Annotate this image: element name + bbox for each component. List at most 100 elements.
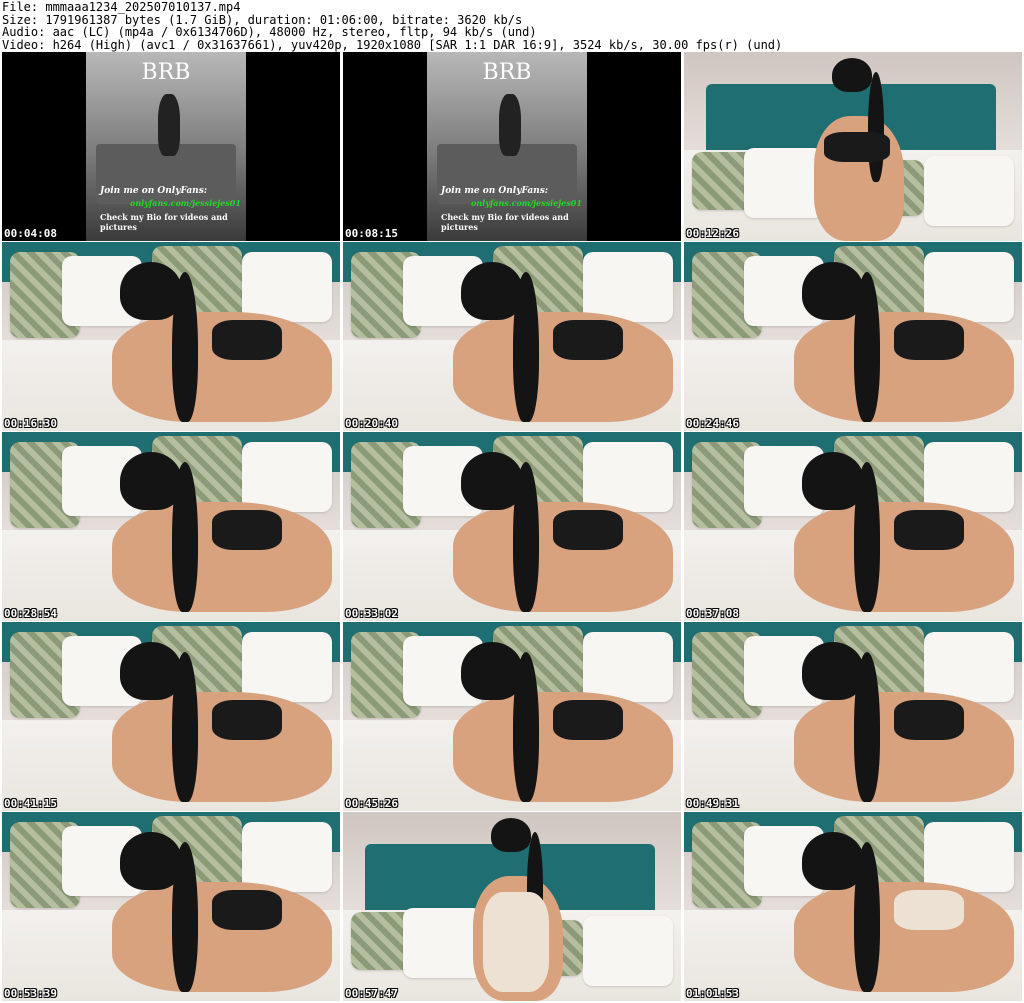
thumbnail-scene: BRB Join me on OnlyFans: onlyfans.com/jess… — [343, 52, 681, 241]
video-thumbnail[interactable]: 00:28:54 — [2, 432, 340, 621]
video-thumbnail[interactable]: BRB Join me on OnlyFans: onlyfans.com/jess… — [343, 52, 681, 241]
pillow — [924, 442, 1014, 512]
thumbnail-scene — [343, 622, 681, 811]
clothing — [483, 892, 549, 992]
pillow — [924, 632, 1014, 702]
thumbnail-scene — [343, 242, 681, 431]
brb-url-text: onlyfans.com/jessiejes01 — [471, 198, 582, 208]
timestamp-label: 00:45:26 — [345, 797, 398, 810]
figure-image — [499, 94, 521, 156]
video-info-line: Video: h264 (High) (avc1 / 0x31637661), … — [2, 37, 783, 52]
thumbnail-scene — [684, 622, 1022, 811]
clothing — [212, 890, 282, 930]
brb-join-text: Join me on OnlyFans: — [441, 186, 549, 196]
video-thumbnail[interactable]: 00:41:15 — [2, 622, 340, 811]
pillow — [583, 442, 673, 512]
video-thumbnail[interactable]: 00:16:30 — [2, 242, 340, 431]
pillow — [924, 252, 1014, 322]
timestamp-label: 00:04:08 — [4, 227, 57, 240]
brb-bio-text: Check my Bio for videos and pictures — [100, 212, 228, 232]
video-thumbnail[interactable]: 00:37:08 — [684, 432, 1022, 621]
timestamp-label: 00:12:26 — [686, 227, 739, 240]
timestamp-label: 00:57:47 — [345, 987, 398, 1000]
thumbnail-scene — [684, 432, 1022, 621]
video-thumbnail[interactable]: 00:12:26 — [684, 52, 1022, 241]
ponytail — [868, 72, 884, 182]
file-name-line: File: mmmaaa1234_202507010137.mp4 — [2, 0, 241, 14]
timestamp-label: 00:20:40 — [345, 417, 398, 430]
pillow — [583, 252, 673, 322]
timestamp-label: 00:16:30 — [4, 417, 57, 430]
pillow — [924, 822, 1014, 892]
thumbnail-scene — [343, 432, 681, 621]
timestamp-label: 00:24:46 — [686, 417, 739, 430]
clothing — [894, 510, 964, 550]
video-thumbnail[interactable]: 00:45:26 — [343, 622, 681, 811]
brb-title: BRB — [482, 60, 532, 85]
pillow — [924, 156, 1014, 226]
ponytail — [513, 462, 539, 612]
ponytail — [854, 462, 880, 612]
pillow — [744, 148, 824, 218]
thumbnail-scene — [684, 812, 1022, 1001]
video-thumbnail[interactable]: 01:01:53 — [684, 812, 1022, 1001]
ponytail — [513, 652, 539, 802]
ponytail — [854, 652, 880, 802]
thumbnail-scene: BRB Join me on OnlyFans: onlyfans.com/jess… — [2, 52, 340, 241]
clothing — [894, 890, 964, 930]
timestamp-label: 00:53:39 — [4, 987, 57, 1000]
ponytail — [513, 272, 539, 422]
video-thumbnail[interactable]: BRB Join me on OnlyFans: onlyfans.com/jess… — [2, 52, 340, 241]
clothing — [894, 700, 964, 740]
video-thumbnail[interactable]: 00:33:02 — [343, 432, 681, 621]
timestamp-label: 00:28:54 — [4, 607, 57, 620]
video-thumbnail[interactable]: 00:53:39 — [2, 812, 340, 1001]
thumbnail-scene — [684, 52, 1022, 241]
ponytail — [854, 272, 880, 422]
video-thumbnail[interactable]: 00:57:47 — [343, 812, 681, 1001]
video-thumbnail[interactable]: 00:49:31 — [684, 622, 1022, 811]
thumbnail-grid: BRB Join me on OnlyFans: onlyfans.com/jess… — [2, 52, 1022, 1001]
figure-image — [158, 94, 180, 156]
video-thumbnail[interactable]: 00:20:40 — [343, 242, 681, 431]
clothing — [212, 510, 282, 550]
clothing — [553, 320, 623, 360]
pillow — [583, 916, 673, 986]
timestamp-label: 00:49:31 — [686, 797, 739, 810]
thumbnail-scene — [2, 242, 340, 431]
pillow — [242, 442, 332, 512]
thumbnail-scene — [2, 812, 340, 1001]
audio-info-line: Audio: aac (LC) (mp4a / 0x6134706D), 480… — [2, 25, 537, 39]
clothing — [212, 320, 282, 360]
timestamp-label: 00:33:02 — [345, 607, 398, 620]
brb-title: BRB — [141, 60, 191, 85]
thumbnail-scene — [343, 812, 681, 1001]
timestamp-label: 00:08:15 — [345, 227, 398, 240]
clothing — [824, 132, 890, 162]
brb-join-text: Join me on OnlyFans: — [100, 186, 208, 196]
brb-card: BRB Join me on OnlyFans: onlyfans.com/jess… — [427, 52, 587, 241]
hair — [832, 58, 872, 92]
brb-url-text: onlyfans.com/jessiejes01 — [130, 198, 241, 208]
video-thumbnail[interactable]: 00:24:46 — [684, 242, 1022, 431]
clothing — [553, 510, 623, 550]
pillow — [242, 632, 332, 702]
clothing — [894, 320, 964, 360]
ponytail — [172, 462, 198, 612]
brb-card: BRB Join me on OnlyFans: onlyfans.com/jess… — [86, 52, 246, 241]
pillow — [583, 632, 673, 702]
pillow — [403, 908, 483, 978]
thumbnail-scene — [2, 622, 340, 811]
ponytail — [172, 272, 198, 422]
thumbnail-scene — [684, 242, 1022, 431]
hair — [491, 818, 531, 852]
ponytail — [172, 652, 198, 802]
thumbnail-scene — [2, 432, 340, 621]
brb-bio-text: Check my Bio for videos and pictures — [441, 212, 569, 232]
ponytail — [172, 842, 198, 992]
clothing — [212, 700, 282, 740]
timestamp-label: 01:01:53 — [686, 987, 739, 1000]
pillow — [242, 252, 332, 322]
clothing — [553, 700, 623, 740]
timestamp-label: 00:37:08 — [686, 607, 739, 620]
